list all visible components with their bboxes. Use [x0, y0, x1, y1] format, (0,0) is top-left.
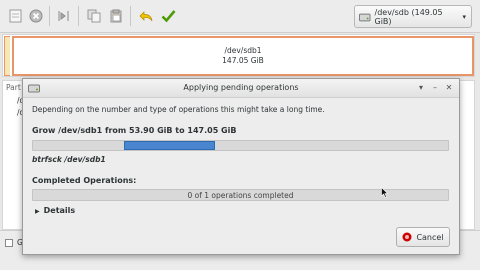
cancel-icon	[402, 232, 412, 242]
operation-progress-bar	[32, 140, 449, 151]
minimize-icon[interactable]: –	[430, 83, 440, 93]
chevron-down-icon: ▾	[462, 12, 466, 21]
dialog-description: Depending on the number and type of oper…	[32, 105, 325, 114]
paste-icon[interactable]	[108, 8, 124, 24]
menu-icon[interactable]: ▾	[416, 83, 426, 93]
apply-icon[interactable]	[160, 8, 176, 24]
device-label: /dev/sdb (149.05 GiB)	[374, 7, 443, 26]
unallocated-segment[interactable]	[4, 36, 10, 76]
copy-icon[interactable]	[86, 8, 102, 24]
resize-move-icon[interactable]	[56, 8, 72, 24]
details-label: Details	[43, 206, 76, 215]
mouse-cursor-icon	[381, 186, 389, 200]
partition-segment[interactable]: /dev/sdb1 147.05 GiB	[12, 36, 474, 76]
cancel-label: Cancel	[416, 232, 444, 242]
close-icon[interactable]: ✕	[444, 83, 454, 93]
cancel-button[interactable]: Cancel	[396, 227, 450, 247]
partition-name: /dev/sdb1	[224, 46, 262, 55]
completed-operations-label: Completed Operations:	[32, 176, 137, 185]
device-selector[interactable]: /dev/sdb (149.05 GiB) ▾	[354, 5, 472, 28]
details-expander[interactable]: ▶ Details	[35, 206, 75, 215]
partition-size: 147.05 GiB	[222, 56, 264, 65]
operation-command: btrfsck /dev/sdb1	[32, 155, 106, 164]
operation-title: Grow /dev/sdb1 from 53.90 GiB to 147.05 …	[32, 126, 237, 135]
toolbar-separator	[130, 6, 131, 26]
disk-icon	[359, 13, 371, 21]
partition-graph: /dev/sdb1 147.05 GiB	[2, 34, 475, 77]
delete-icon[interactable]	[28, 8, 44, 24]
toolbar-separator	[49, 6, 50, 26]
new-document-icon[interactable]	[7, 8, 23, 24]
undo-icon[interactable]	[138, 8, 154, 24]
toolbar: /dev/sdb (149.05 GiB) ▾	[0, 0, 480, 33]
toolbar-separator	[78, 6, 79, 26]
operation-checkbox[interactable]	[5, 239, 13, 247]
dialog-titlebar[interactable]: Applying pending operations ▾ – ✕	[23, 79, 459, 98]
partition-column-header[interactable]: Part	[6, 83, 21, 92]
apply-operations-dialog: Applying pending operations ▾ – ✕ Depend…	[22, 78, 460, 255]
expander-arrow-icon: ▶	[35, 208, 40, 215]
operation-progress-fill	[124, 141, 215, 150]
dialog-title: Applying pending operations	[183, 83, 299, 92]
